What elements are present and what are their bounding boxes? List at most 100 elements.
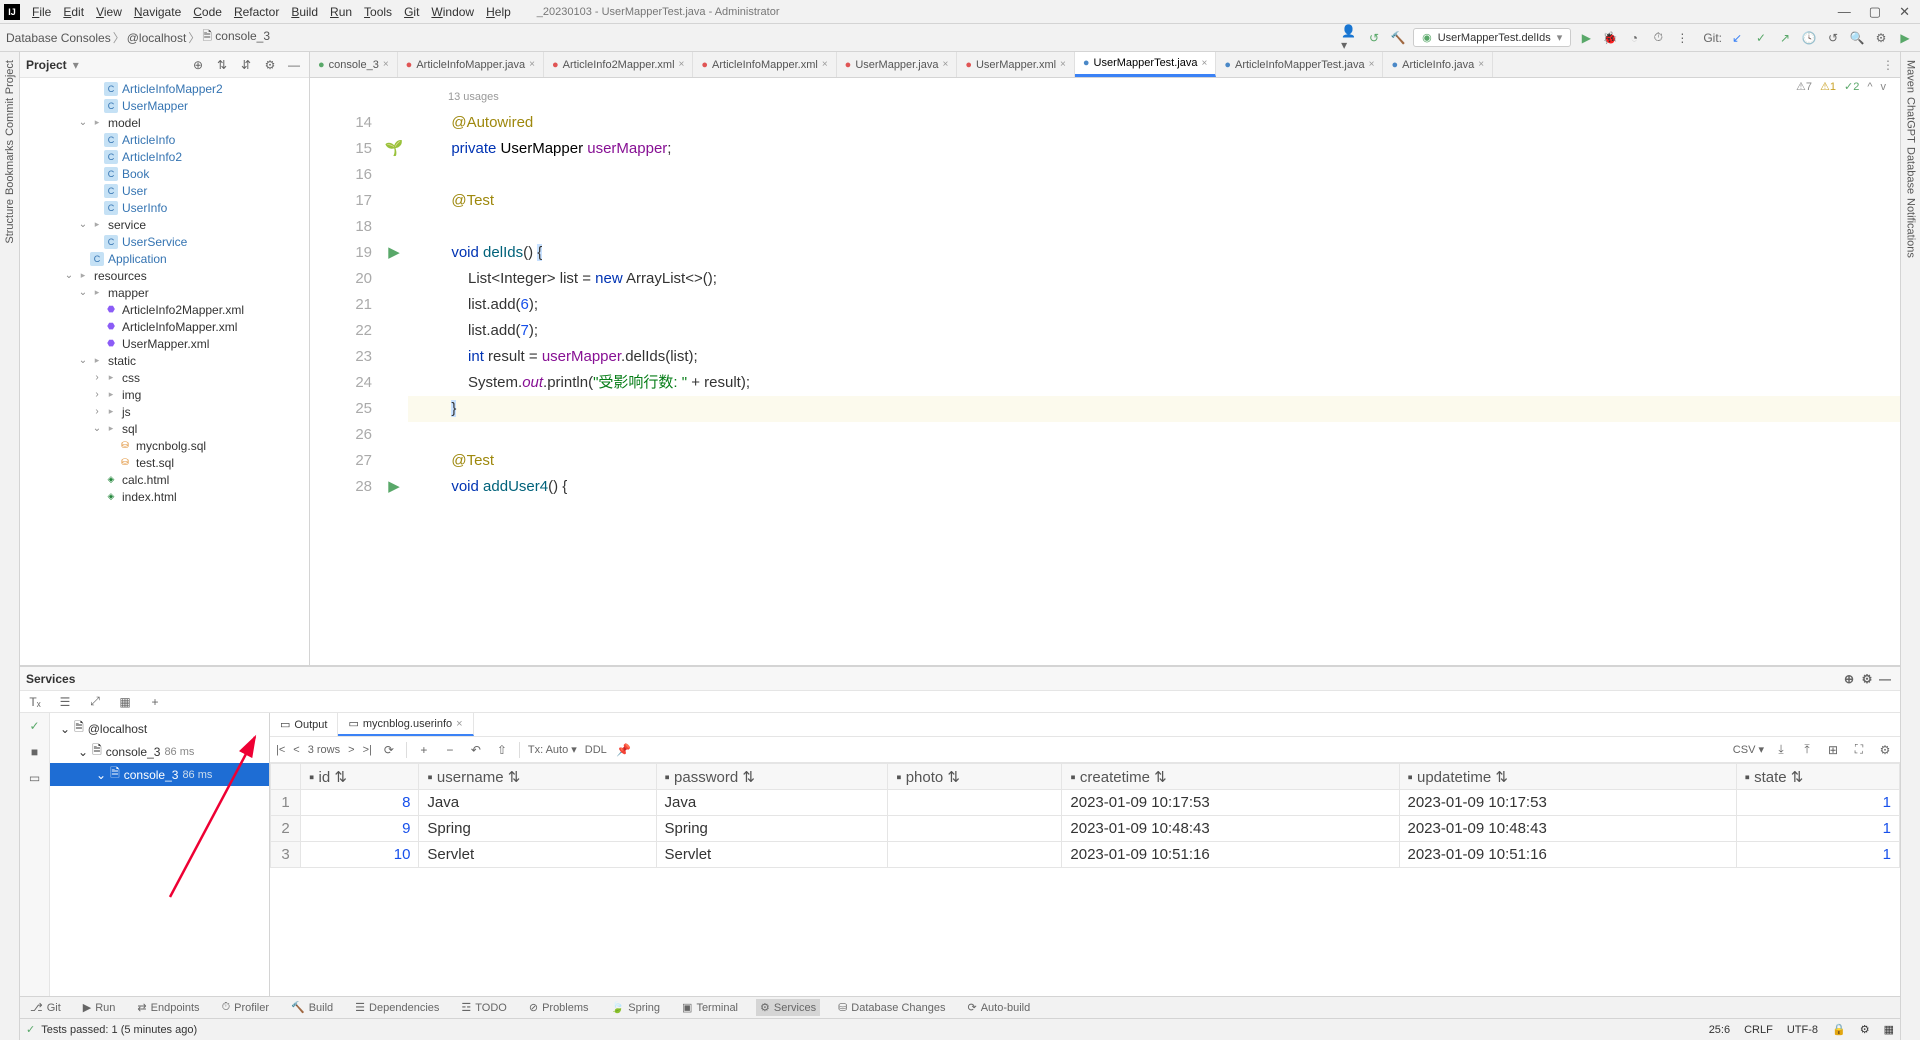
tree-item[interactable]: ⌄▸mapper [20,284,309,301]
settings-icon[interactable]: ⚙ [261,56,279,74]
toolwin-git[interactable]: ⎇ Git [26,999,65,1016]
warning-indicator[interactable]: ⚠7 [1796,80,1812,93]
tree-item[interactable]: ⬣ArticleInfoMapper.xml [20,318,309,335]
grid-header[interactable]: ▪ state ⇅ [1736,764,1899,790]
result-grid[interactable]: ▪ id ⇅▪ username ⇅▪ password ⇅▪ photo ⇅▪… [270,763,1900,996]
menu-code[interactable]: Code [187,5,228,19]
tree-item[interactable]: ◈index.html [20,488,309,505]
ddl-button[interactable]: DDL [585,744,607,756]
export-icon[interactable]: ⤓ [1772,741,1790,759]
code-line[interactable]: void addUser4() { [408,474,1900,500]
tree-item[interactable]: CUserService [20,233,309,250]
grid-header[interactable]: ▪ updatetime ⇅ [1399,764,1736,790]
last-page-icon[interactable]: >| [363,744,372,756]
toolwin-database-changes[interactable]: ⛁ Database Changes [834,999,949,1016]
spring-bean-icon[interactable]: 🌱 [385,136,404,162]
code-line[interactable]: List<Integer> list = new ArrayList<>(); [408,266,1900,292]
editor-tab[interactable]: ●UserMapper.java× [837,52,958,77]
code-line[interactable] [408,162,1900,188]
grid-header[interactable]: ▪ id ⇅ [301,764,419,790]
code-line[interactable]: int result = userMapper.delIds(list); [408,344,1900,370]
menu-run[interactable]: Run [324,5,358,19]
tree-item[interactable]: CApplication [20,250,309,267]
breadcrumb[interactable]: Database Consoles 〉@localhost 〉🗎 console… [6,27,270,48]
toolwin-build[interactable]: 🔨 Build [287,999,337,1016]
toolwin-run[interactable]: ▶ Run [79,999,120,1016]
debug-icon[interactable]: 🐞 [1601,29,1619,47]
tree-item[interactable]: ›▸css [20,369,309,386]
left-tool-structure[interactable]: Structure [4,197,16,246]
tree-item[interactable]: ⌄▸model [20,114,309,131]
tree-item[interactable]: CUserInfo [20,199,309,216]
sync-icon[interactable]: ↺ [1365,29,1383,47]
editor-tab[interactable]: ●ArticleInfo2Mapper.xml× [544,52,693,77]
code-line[interactable] [408,422,1900,448]
menu-window[interactable]: Window [425,5,480,19]
services-tab[interactable]: ▭ mycnblog.userinfo × [338,713,473,736]
right-tool-database[interactable]: Database [1905,145,1917,196]
stop-icon[interactable]: ■ [26,743,44,761]
toolwin-dependencies[interactable]: ☰ Dependencies [351,999,443,1016]
code-line[interactable]: System.out.println("受影响行数: " + result); [408,370,1900,396]
hide-icon[interactable]: — [1876,670,1894,688]
breadcrumb-item[interactable]: Database Consoles [6,31,111,45]
tree-item[interactable]: CArticleInfoMapper2 [20,80,309,97]
run-icon[interactable]: ▶ [1577,29,1595,47]
project-tree[interactable]: CArticleInfoMapper2CUserMapper⌄▸modelCAr… [20,78,309,665]
tree-item[interactable]: ›▸js [20,403,309,420]
git-commit-icon[interactable]: ✓ [1752,29,1770,47]
grid-row[interactable]: 29SpringSpring2023-01-09 10:48:432023-01… [271,816,1900,842]
code-editor[interactable]: ⚠7 ⚠1 ✓2 ^ v 141516171819202122232425262… [310,78,1900,665]
code-line[interactable]: list.add(7); [408,318,1900,344]
editor-tab[interactable]: ●ArticleInfoMapper.xml× [693,52,836,77]
tree-item[interactable]: ⌄▸service [20,216,309,233]
toolwin-endpoints[interactable]: ⇄ Endpoints [133,999,203,1016]
status-icon[interactable]: ⚙ [1860,1023,1870,1036]
editor-tabs[interactable]: ●console_3×●ArticleInfoMapper.java×●Arti… [310,52,1900,78]
services-tree-node[interactable]: ⌄ 🗎 console_3 86 ms [50,740,269,763]
code-line[interactable]: } [408,396,1900,422]
grid-row[interactable]: 18JavaJava2023-01-09 10:17:532023-01-09 … [271,790,1900,816]
services-tab[interactable]: ▭ Output [270,713,338,736]
toolwin-todo[interactable]: ☲ TODO [457,999,510,1016]
tree-item[interactable]: ⛁test.sql [20,454,309,471]
services-tree[interactable]: ⌄ 🗎 @localhost⌄ 🗎 console_3 86 ms⌄ 🗎 con… [50,713,269,996]
remove-row-icon[interactable]: − [441,741,459,759]
git-rollback-icon[interactable]: ↺ [1824,29,1842,47]
toolwin-terminal[interactable]: ▣ Terminal [678,999,742,1016]
left-tool-bookmarks[interactable]: Bookmarks [4,138,16,197]
right-tool-notifications[interactable]: Notifications [1905,196,1917,260]
coverage-icon[interactable]: ◔ [1625,29,1643,47]
layout-icon[interactable]: ▭ [26,769,44,787]
usage-hint[interactable]: 13 usages [408,84,1900,110]
tree-item[interactable]: ⌄▸resources [20,267,309,284]
git-history-icon[interactable]: 🕓 [1800,29,1818,47]
toolwin-services[interactable]: ⚙ Services [756,999,820,1016]
minimize-icon[interactable]: — [1838,4,1851,20]
right-tool-chatgpt[interactable]: ChatGPT [1905,95,1917,145]
breadcrumb-item[interactable]: 🗎 console_3 [202,27,270,48]
menu-tools[interactable]: Tools [358,5,398,19]
tree-item[interactable]: ⌄▸sql [20,420,309,437]
tree-item[interactable]: ⬣UserMapper.xml [20,335,309,352]
maximize-icon[interactable]: ⛶ [1850,741,1868,759]
status-icon[interactable]: 🔒 [1832,1023,1846,1036]
reload-icon[interactable]: ⟳ [380,741,398,759]
tree-item[interactable]: ⛁mycnbolg.sql [20,437,309,454]
revert-icon[interactable]: ↶ [467,741,485,759]
prev-page-icon[interactable]: < [293,744,299,756]
tree-item[interactable]: ⌄▸static [20,352,309,369]
toolwin-auto-build[interactable]: ⟳ Auto-build [963,999,1034,1016]
grid-header[interactable]: ▪ username ⇅ [419,764,656,790]
menu-git[interactable]: Git [398,5,425,19]
toolwin-problems[interactable]: ⊘ Problems [525,999,593,1016]
filter-icon[interactable]: Tₓ [26,693,44,711]
settings-icon[interactable]: ⚙ [1858,670,1876,688]
hide-icon[interactable]: — [285,56,303,74]
select-opened-icon[interactable]: ⊕ [189,56,207,74]
focus-icon[interactable]: ⊕ [1840,670,1858,688]
run-gutter-icon[interactable]: ▶ [388,474,400,500]
pin-icon[interactable]: 📌 [615,741,633,759]
collapse-all-icon[interactable]: ⇵ [237,56,255,74]
code-line[interactable]: list.add(6); [408,292,1900,318]
